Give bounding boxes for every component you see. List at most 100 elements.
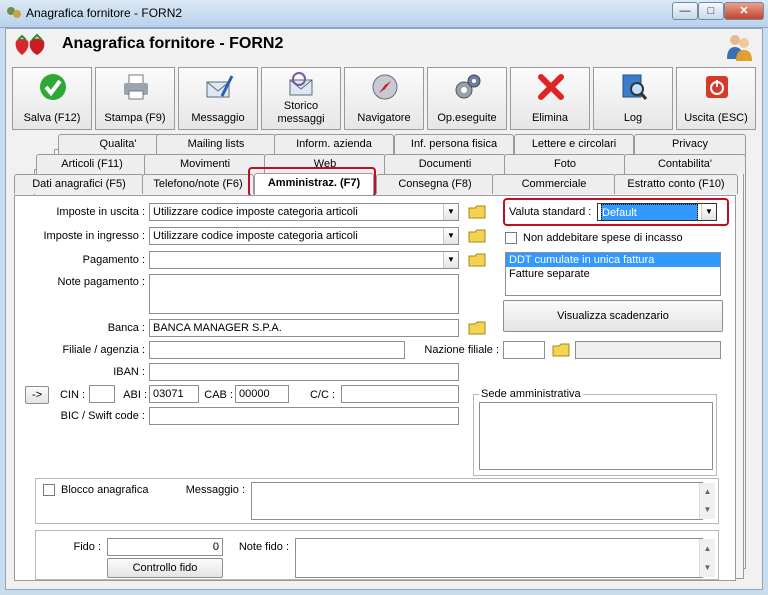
message-button-label: Messaggio [191, 112, 245, 124]
imposte-ingresso-value: Utilizzare codice imposte categoria arti… [153, 230, 358, 242]
tab-privacy[interactable]: Privacy [634, 134, 746, 154]
messaggio-scrollbar[interactable]: ▲ ▼ [699, 483, 715, 519]
non-addebitare-checkbox[interactable] [505, 232, 517, 244]
page-title: Anagrafica fornitore - FORN2 [62, 35, 284, 52]
maximize-icon: □ [707, 5, 715, 17]
note-fido-label: Note fido : [238, 541, 289, 553]
tab-telefono-note[interactable]: Telefono/note (F6) [142, 174, 254, 194]
filiale-label: Filiale / agenzia : [62, 344, 145, 356]
cc-label: C/C : [309, 389, 335, 401]
op-eseguite-button[interactable]: Op.eseguite [427, 67, 507, 130]
bic-label: BIC / Swift code : [60, 410, 145, 422]
valuta-label: Valuta standard : [509, 206, 592, 218]
non-addebitare-label: Non addebitare spese di incasso [523, 232, 683, 244]
scroll-down-icon: ▼ [703, 505, 712, 514]
visualizza-scadenzario-button[interactable]: Visualizza scadenzario [503, 300, 723, 332]
exit-button[interactable]: Uscita (ESC) [676, 67, 756, 130]
tab-foto[interactable]: Foto [504, 154, 626, 174]
list-item[interactable]: Fatture separate [506, 267, 720, 281]
list-item[interactable]: DDT cumulate in unica fattura [506, 253, 720, 267]
cin-label: CIN : [59, 389, 85, 401]
app-frame: Anagrafica fornitore - FORN2 Salva (F12)… [5, 28, 763, 590]
tab-consegna[interactable]: Consegna (F8) [376, 174, 494, 194]
valuta-select[interactable]: Default ▼ [597, 203, 717, 221]
chevron-down-icon: ▼ [443, 252, 458, 268]
imposte-uscita-select[interactable]: Utilizzare codice imposte categoria arti… [149, 203, 459, 221]
cc-input[interactable] [341, 385, 459, 403]
bic-input[interactable] [149, 407, 459, 425]
banca-input[interactable]: BANCA MANAGER S.P.A. [149, 319, 459, 337]
gears-icon [455, 74, 481, 99]
nazione-filiale-description [575, 341, 721, 359]
arrow-button[interactable]: -> [25, 386, 49, 404]
scroll-up-icon: ▲ [703, 544, 712, 553]
log-icon [622, 74, 648, 100]
tab-mailing-lists[interactable]: Mailing lists [156, 134, 276, 154]
minimize-button[interactable]: — [672, 2, 698, 20]
valuta-value: Default [601, 204, 698, 220]
sede-input[interactable] [479, 402, 713, 470]
message-history-button[interactable]: Storico messaggi [261, 67, 341, 130]
tab-estratto-conto[interactable]: Estratto conto (F10) [614, 174, 738, 194]
note-fido-scrollbar[interactable]: ▲ ▼ [699, 539, 715, 577]
imposte-uscita-value: Utilizzare codice imposte categoria arti… [153, 206, 358, 218]
minimize-icon: — [679, 5, 691, 17]
nazione-filiale-label: Nazione filiale : [424, 344, 499, 356]
tab-content-amministrazione: Imposte in uscita : Utilizzare codice im… [14, 195, 736, 581]
users-icon[interactable] [724, 31, 754, 61]
cab-label: CAB : [204, 389, 233, 401]
controllo-fido-button[interactable]: Controllo fido [107, 558, 223, 578]
chevron-down-icon: ▼ [443, 204, 458, 220]
check-icon [40, 74, 66, 100]
delete-icon [538, 74, 564, 100]
chevron-down-icon: ▼ [701, 204, 716, 220]
tab-dati-anagrafici[interactable]: Dati anagrafici (F5) [14, 174, 144, 194]
tab-inf-persona-fisica[interactable]: Inf. persona fisica [394, 134, 514, 154]
cab-input[interactable]: 00000 [235, 385, 289, 403]
nazione-filiale-input[interactable] [503, 341, 545, 359]
maximize-button[interactable]: □ [698, 2, 724, 20]
log-button[interactable]: Log [593, 67, 673, 130]
tab-commerciale[interactable]: Commerciale [492, 174, 616, 194]
message-icon [206, 75, 234, 98]
print-button[interactable]: Stampa (F9) [95, 67, 175, 130]
navigator-button[interactable]: Navigatore [344, 67, 424, 130]
compass-icon [372, 74, 398, 100]
folder-icon[interactable] [467, 226, 489, 246]
fido-input[interactable]: 0 [107, 538, 223, 556]
note-pagamento-input[interactable] [149, 274, 459, 314]
iban-input[interactable] [149, 363, 459, 381]
app-header: Anagrafica fornitore - FORN2 [6, 29, 762, 63]
tab-articoli[interactable]: Articoli (F11) [36, 154, 148, 174]
note-fido-input[interactable] [295, 538, 703, 578]
folder-icon[interactable] [467, 202, 489, 222]
fatturazione-listbox[interactable]: DDT cumulate in unica fattura Fatture se… [505, 252, 721, 296]
banca-label: Banca : [107, 322, 145, 334]
blocco-checkbox[interactable] [43, 484, 55, 496]
folder-icon[interactable] [467, 250, 489, 270]
folder-icon[interactable] [551, 340, 573, 360]
save-button-label: Salva (F12) [23, 112, 81, 124]
exit-button-label: Uscita (ESC) [684, 112, 748, 124]
message-history-button-label: Storico messaggi [277, 100, 325, 125]
sede-label: Sede amministrativa [479, 388, 583, 400]
message-button[interactable]: Messaggio [178, 67, 258, 130]
folder-icon[interactable] [467, 318, 489, 338]
close-icon: ✕ [739, 5, 749, 17]
pagamento-select[interactable]: ▼ [149, 251, 459, 269]
tab-contabilita[interactable]: Contabilita' [624, 154, 746, 174]
tab-inform-azienda[interactable]: Inform. azienda [274, 134, 394, 154]
imposte-ingresso-select[interactable]: Utilizzare codice imposte categoria arti… [149, 227, 459, 245]
close-button[interactable]: ✕ [724, 2, 764, 20]
filiale-input[interactable] [149, 341, 405, 359]
abi-input[interactable]: 03071 [149, 385, 199, 403]
scroll-up-icon: ▲ [703, 487, 712, 496]
cin-input[interactable] [89, 385, 115, 403]
pagamento-label: Pagamento : [82, 254, 145, 266]
tab-lettere-circolari[interactable]: Lettere e circolari [514, 134, 634, 154]
messaggio-label: Messaggio : [185, 484, 245, 496]
save-button[interactable]: Salva (F12) [12, 67, 92, 130]
messaggio-input[interactable] [251, 482, 703, 520]
delete-button[interactable]: Elimina [510, 67, 590, 130]
tab-documenti[interactable]: Documenti [384, 154, 506, 174]
